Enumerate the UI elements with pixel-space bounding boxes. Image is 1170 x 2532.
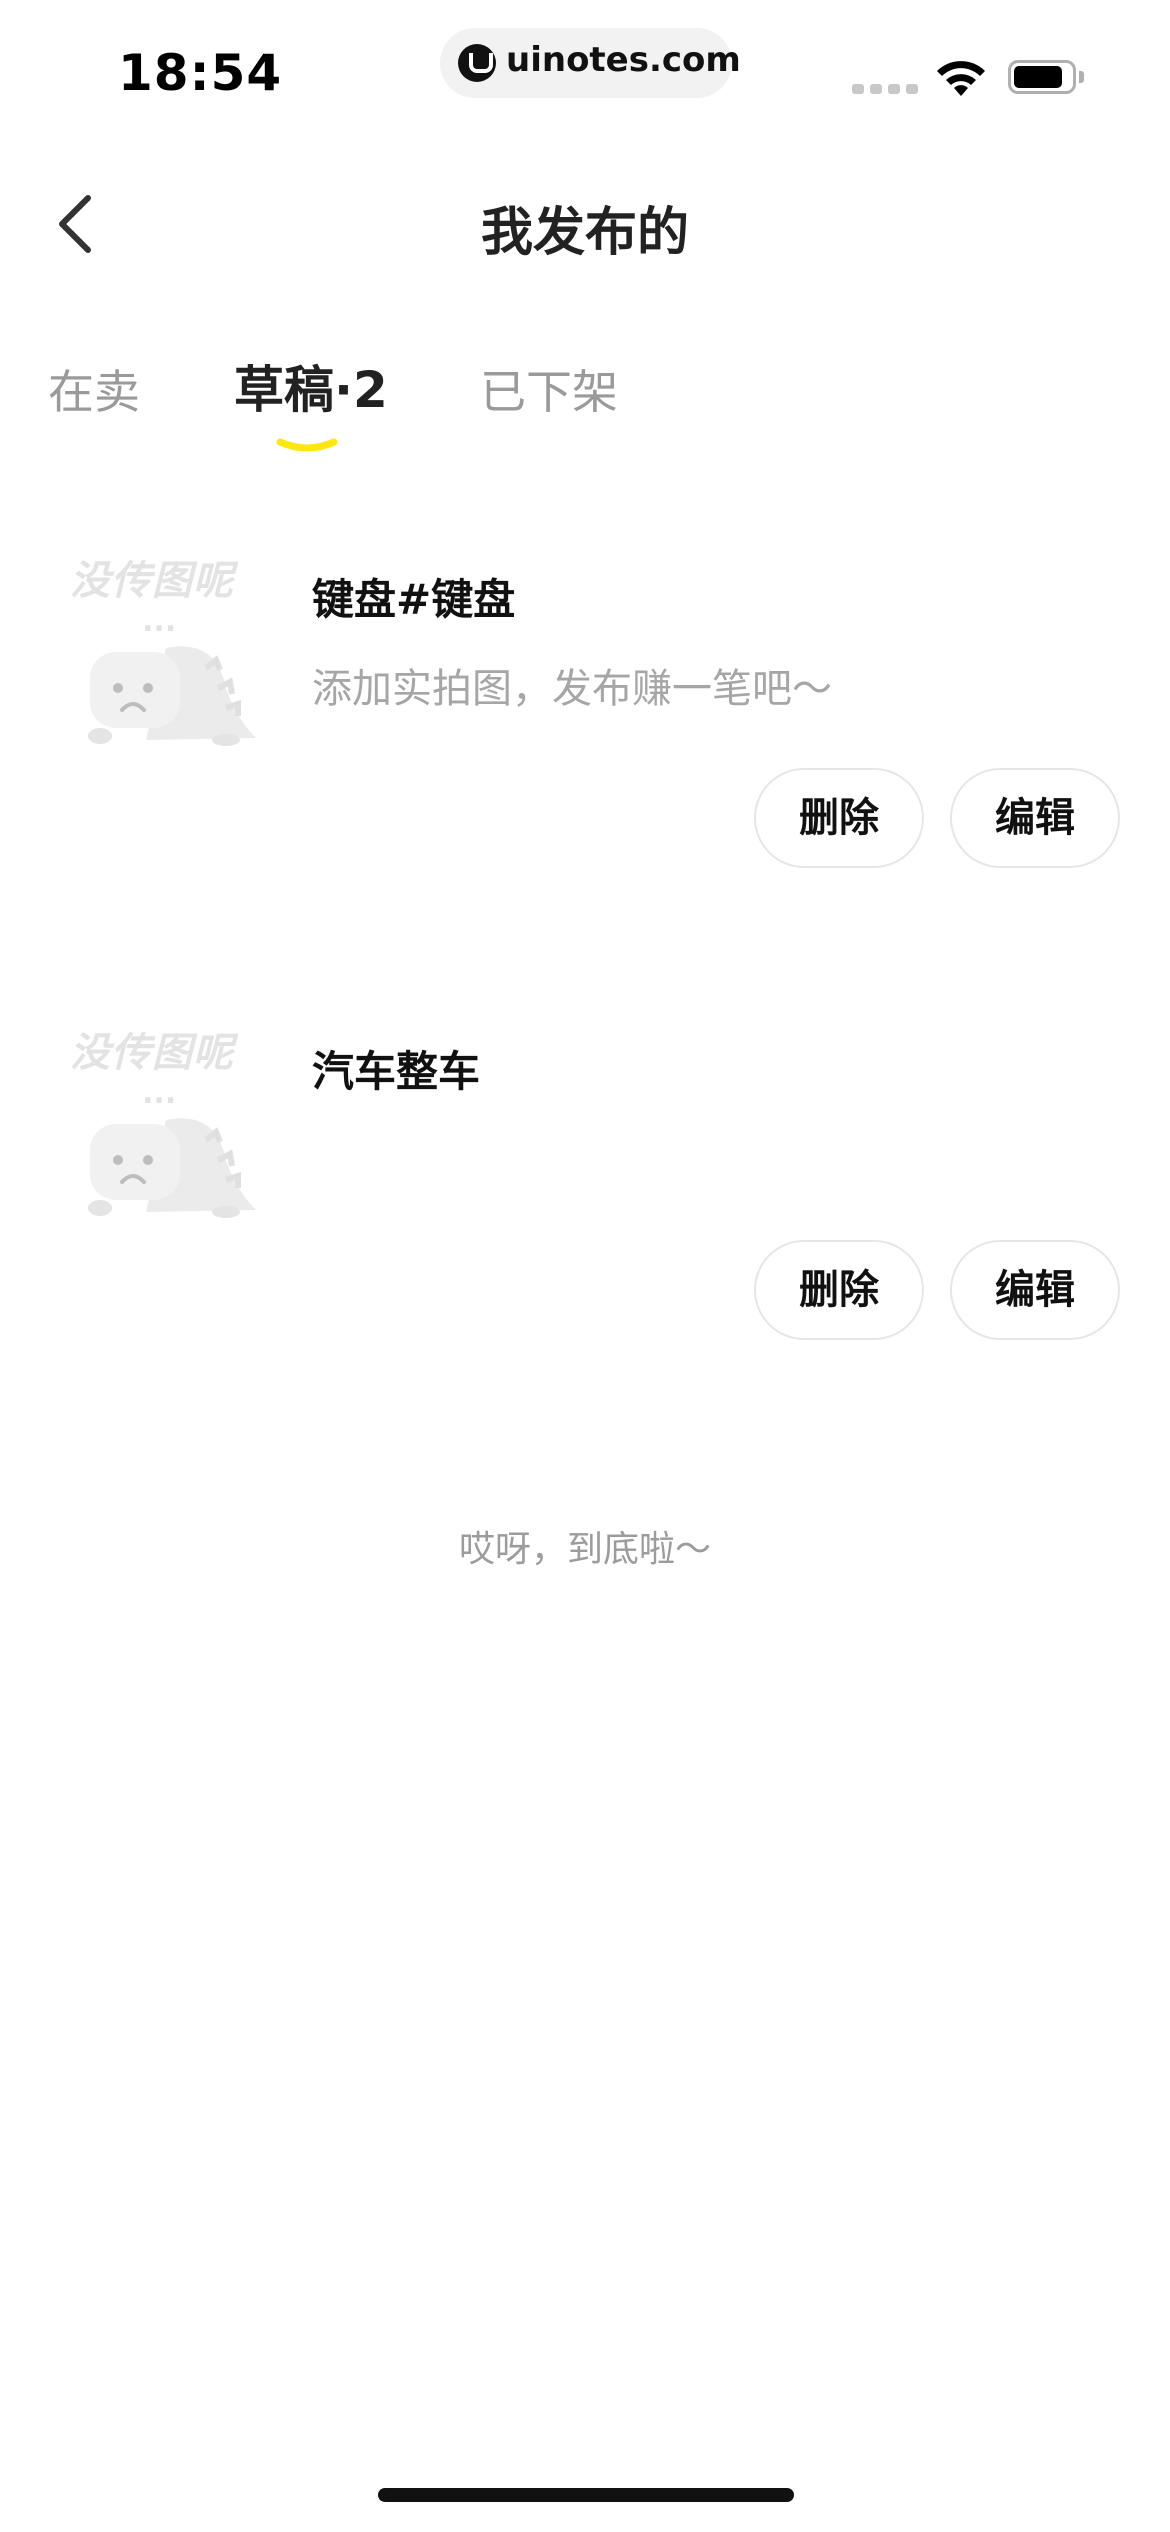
sad-dinosaur-icon (88, 1118, 256, 1218)
tab-drafts[interactable]: 草稿·2 (234, 350, 388, 422)
draft-item[interactable]: 没传图呢 ... 汽车整车 删除 编辑 (0, 1020, 1170, 1420)
draft-title: 汽车整车 (312, 1047, 481, 1096)
active-tab-indicator (276, 438, 338, 452)
url-pill: uinotes.com (440, 28, 741, 98)
url-text: uinotes.com (506, 40, 741, 80)
nav-bar: 我发布的 (0, 160, 1170, 280)
edit-button[interactable]: 编辑 (950, 768, 1120, 868)
sad-dinosaur-icon (88, 646, 256, 746)
status-bar: 18:54 uinotes.com (0, 0, 1170, 140)
uinotes-logo-icon (458, 44, 496, 82)
no-image-text: 没传图呢 (70, 1030, 234, 1076)
delete-button[interactable]: 删除 (754, 1240, 924, 1340)
delete-button[interactable]: 删除 (754, 768, 924, 868)
page-title: 我发布的 (480, 203, 689, 263)
battery-icon (1008, 60, 1088, 96)
draft-title: 键盘#键盘 (312, 575, 516, 624)
tab-bar: 在卖 草稿·2 已下架 (0, 350, 1170, 460)
home-indicator (378, 2488, 794, 2502)
list-end-text: 哎呀，到底啦～ (458, 1529, 711, 1570)
wifi-icon (937, 61, 985, 96)
cellular-signal-icon (852, 84, 918, 94)
no-image-text: 没传图呢 (70, 558, 234, 604)
tab-delisted[interactable]: 已下架 (480, 356, 618, 422)
draft-item[interactable]: 没传图呢 ... 键盘#键盘 添加实拍图，发布赚一笔吧～ 删除 编辑 (0, 548, 1170, 948)
draft-hint: 添加实拍图，发布赚一笔吧～ (312, 666, 832, 712)
status-time: 18:54 (118, 44, 283, 102)
edit-button[interactable]: 编辑 (950, 1240, 1120, 1340)
tab-on-sale[interactable]: 在卖 (48, 356, 140, 422)
thumbnail-placeholder: 没传图呢 ... (66, 1020, 266, 1220)
thumbnail-placeholder: 没传图呢 ... (66, 548, 266, 748)
